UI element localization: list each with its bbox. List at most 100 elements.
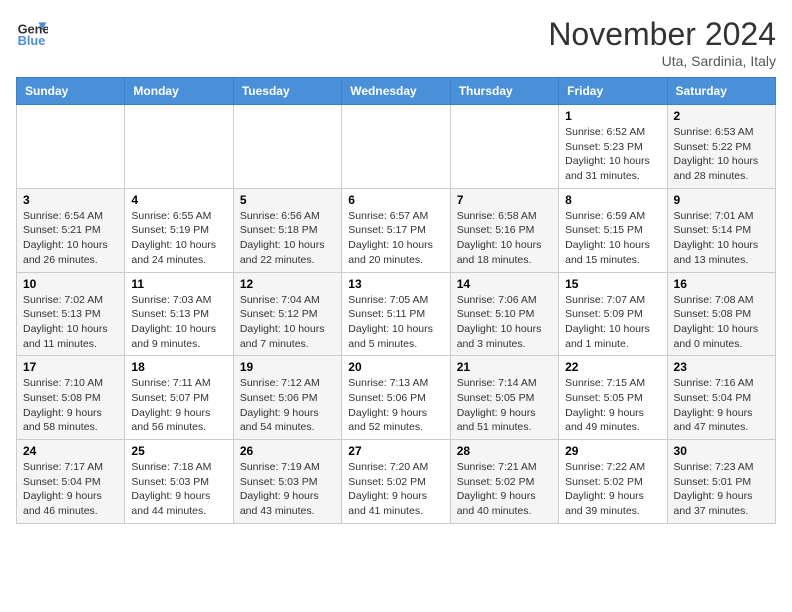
day-number: 2 [674, 109, 769, 123]
day-info: Sunrise: 7:13 AMSunset: 5:06 PMDaylight:… [348, 376, 443, 435]
calendar-cell: 12 Sunrise: 7:04 AMSunset: 5:12 PMDayligh… [233, 272, 341, 356]
day-number: 12 [240, 277, 335, 291]
calendar-cell: 14Sunrise: 7:06 AMSunset: 5:10 PMDayligh… [450, 272, 558, 356]
calendar-cell: 24Sunrise: 7:17 AMSunset: 5:04 PMDayligh… [17, 440, 125, 524]
day-number: 6 [348, 193, 443, 207]
day-number: 17 [23, 360, 118, 374]
calendar-cell [233, 105, 341, 189]
day-number: 23 [674, 360, 769, 374]
day-info: Sunrise: 6:55 AMSunset: 5:19 PMDaylight:… [131, 209, 226, 268]
day-info: Sunrise: 7:20 AMSunset: 5:02 PMDaylight:… [348, 460, 443, 519]
day-info: Sunrise: 7:04 AMSunset: 5:12 PMDaylight:… [240, 293, 335, 352]
day-number: 21 [457, 360, 552, 374]
day-info: Sunrise: 7:08 AMSunset: 5:08 PMDaylight:… [674, 293, 769, 352]
day-number: 10 [23, 277, 118, 291]
calendar-cell: 2 Sunrise: 6:53 AMSunset: 5:22 PMDaylight… [667, 105, 775, 189]
location-subtitle: Uta, Sardinia, Italy [548, 53, 776, 69]
calendar-cell: 4Sunrise: 6:55 AMSunset: 5:19 PMDaylight… [125, 188, 233, 272]
day-number: 30 [674, 444, 769, 458]
day-info: Sunrise: 7:10 AMSunset: 5:08 PMDaylight:… [23, 376, 118, 435]
calendar-cell: 26 Sunrise: 7:19 AMSunset: 5:03 PMDayligh… [233, 440, 341, 524]
day-number: 29 [565, 444, 660, 458]
calendar-cell: 9 Sunrise: 7:01 AMSunset: 5:14 PMDaylight… [667, 188, 775, 272]
day-number: 3 [23, 193, 118, 207]
day-number: 27 [348, 444, 443, 458]
calendar-cell: 27 Sunrise: 7:20 AMSunset: 5:02 PMDayligh… [342, 440, 450, 524]
logo-icon: General Blue [16, 16, 48, 48]
calendar-cell: 6Sunrise: 6:57 AMSunset: 5:17 PMDaylight… [342, 188, 450, 272]
calendar-week-row: 10Sunrise: 7:02 AMSunset: 5:13 PMDayligh… [17, 272, 776, 356]
day-info: Sunrise: 7:21 AMSunset: 5:02 PMDaylight:… [457, 460, 552, 519]
day-number: 20 [348, 360, 443, 374]
page-header: General Blue November 2024 Uta, Sardinia… [16, 16, 776, 69]
calendar-cell: 28 Sunrise: 7:21 AMSunset: 5:02 PMDayligh… [450, 440, 558, 524]
day-info: Sunrise: 7:15 AMSunset: 5:05 PMDaylight:… [565, 376, 660, 435]
month-title: November 2024 [548, 16, 776, 53]
calendar-cell [342, 105, 450, 189]
day-info: Sunrise: 7:19 AMSunset: 5:03 PMDaylight:… [240, 460, 335, 519]
day-info: Sunrise: 6:56 AMSunset: 5:18 PMDaylight:… [240, 209, 335, 268]
day-info: Sunrise: 7:01 AMSunset: 5:14 PMDaylight:… [674, 209, 769, 268]
weekday-header: Monday [125, 78, 233, 105]
day-info: Sunrise: 7:12 AMSunset: 5:06 PMDaylight:… [240, 376, 335, 435]
calendar-cell [125, 105, 233, 189]
day-info: Sunrise: 7:05 AMSunset: 5:11 PMDaylight:… [348, 293, 443, 352]
svg-text:Blue: Blue [18, 33, 46, 48]
calendar-cell: 30 Sunrise: 7:23 AMSunset: 5:01 PMDayligh… [667, 440, 775, 524]
weekday-header: Friday [559, 78, 667, 105]
calendar-cell: 20 Sunrise: 7:13 AMSunset: 5:06 PMDayligh… [342, 356, 450, 440]
weekday-header: Sunday [17, 78, 125, 105]
day-number: 11 [131, 277, 226, 291]
day-number: 8 [565, 193, 660, 207]
day-number: 24 [23, 444, 118, 458]
day-info: Sunrise: 7:18 AMSunset: 5:03 PMDaylight:… [131, 460, 226, 519]
calendar-cell: 7 Sunrise: 6:58 AMSunset: 5:16 PMDaylight… [450, 188, 558, 272]
day-number: 18 [131, 360, 226, 374]
calendar-cell: 3 Sunrise: 6:54 AMSunset: 5:21 PMDaylight… [17, 188, 125, 272]
calendar-cell: 18 Sunrise: 7:11 AMSunset: 5:07 PMDayligh… [125, 356, 233, 440]
day-info: Sunrise: 7:11 AMSunset: 5:07 PMDaylight:… [131, 376, 226, 435]
logo: General Blue [16, 16, 48, 48]
weekday-header-row: SundayMondayTuesdayWednesdayThursdayFrid… [17, 78, 776, 105]
day-number: 22 [565, 360, 660, 374]
day-number: 19 [240, 360, 335, 374]
day-number: 7 [457, 193, 552, 207]
day-number: 9 [674, 193, 769, 207]
calendar-cell: 5 Sunrise: 6:56 AMSunset: 5:18 PMDaylight… [233, 188, 341, 272]
day-info: Sunrise: 7:23 AMSunset: 5:01 PMDaylight:… [674, 460, 769, 519]
weekday-header: Saturday [667, 78, 775, 105]
day-info: Sunrise: 7:22 AMSunset: 5:02 PMDaylight:… [565, 460, 660, 519]
calendar-week-row: 3 Sunrise: 6:54 AMSunset: 5:21 PMDaylight… [17, 188, 776, 272]
day-info: Sunrise: 6:53 AMSunset: 5:22 PMDaylight:… [674, 125, 769, 184]
calendar-cell [17, 105, 125, 189]
calendar-cell: 13 Sunrise: 7:05 AMSunset: 5:11 PMDayligh… [342, 272, 450, 356]
calendar-cell: 17 Sunrise: 7:10 AMSunset: 5:08 PMDayligh… [17, 356, 125, 440]
day-info: Sunrise: 6:58 AMSunset: 5:16 PMDaylight:… [457, 209, 552, 268]
title-area: November 2024 Uta, Sardinia, Italy [548, 16, 776, 69]
calendar-cell: 19 Sunrise: 7:12 AMSunset: 5:06 PMDayligh… [233, 356, 341, 440]
day-number: 15 [565, 277, 660, 291]
calendar-cell: 11 Sunrise: 7:03 AMSunset: 5:13 PMDayligh… [125, 272, 233, 356]
calendar-cell: 25Sunrise: 7:18 AMSunset: 5:03 PMDayligh… [125, 440, 233, 524]
day-number: 14 [457, 277, 552, 291]
calendar-cell: 8 Sunrise: 6:59 AMSunset: 5:15 PMDaylight… [559, 188, 667, 272]
day-info: Sunrise: 6:52 AMSunset: 5:23 PMDaylight:… [565, 125, 660, 184]
calendar-cell: 10Sunrise: 7:02 AMSunset: 5:13 PMDayligh… [17, 272, 125, 356]
day-info: Sunrise: 7:14 AMSunset: 5:05 PMDaylight:… [457, 376, 552, 435]
day-info: Sunrise: 7:03 AMSunset: 5:13 PMDaylight:… [131, 293, 226, 352]
day-info: Sunrise: 7:16 AMSunset: 5:04 PMDaylight:… [674, 376, 769, 435]
calendar-week-row: 24Sunrise: 7:17 AMSunset: 5:04 PMDayligh… [17, 440, 776, 524]
day-number: 28 [457, 444, 552, 458]
day-info: Sunrise: 6:54 AMSunset: 5:21 PMDaylight:… [23, 209, 118, 268]
calendar-cell [450, 105, 558, 189]
calendar-week-row: 1Sunrise: 6:52 AMSunset: 5:23 PMDaylight… [17, 105, 776, 189]
day-number: 26 [240, 444, 335, 458]
day-number: 16 [674, 277, 769, 291]
day-info: Sunrise: 7:07 AMSunset: 5:09 PMDaylight:… [565, 293, 660, 352]
calendar-cell: 1Sunrise: 6:52 AMSunset: 5:23 PMDaylight… [559, 105, 667, 189]
day-info: Sunrise: 6:59 AMSunset: 5:15 PMDaylight:… [565, 209, 660, 268]
calendar-cell: 16 Sunrise: 7:08 AMSunset: 5:08 PMDayligh… [667, 272, 775, 356]
calendar-cell: 29 Sunrise: 7:22 AMSunset: 5:02 PMDayligh… [559, 440, 667, 524]
day-number: 13 [348, 277, 443, 291]
day-number: 5 [240, 193, 335, 207]
